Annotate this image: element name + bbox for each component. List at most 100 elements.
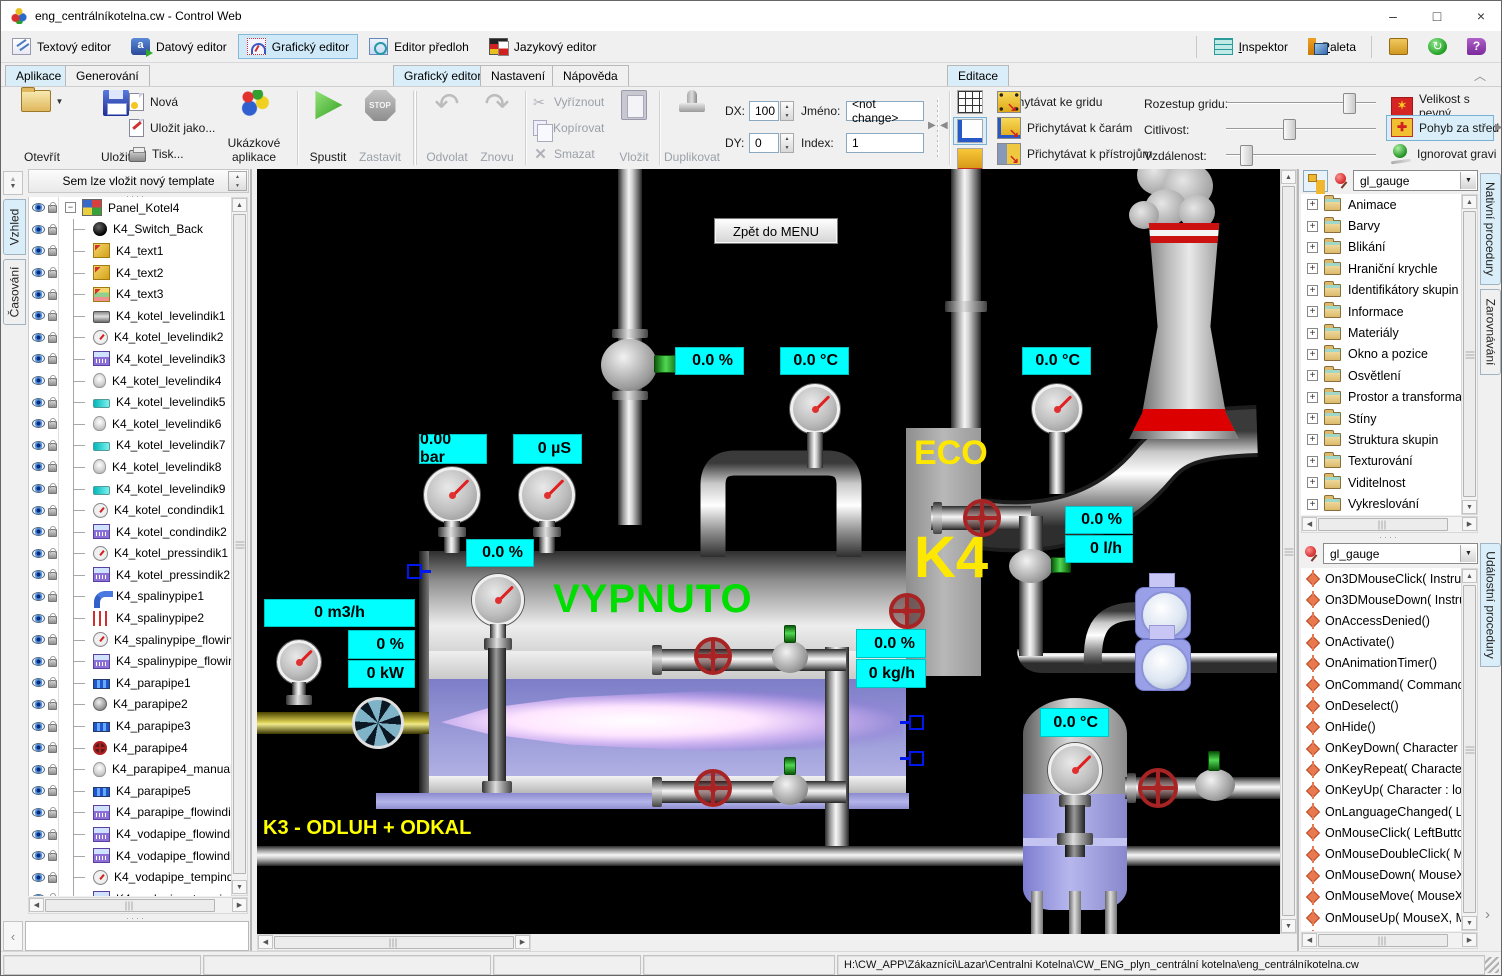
- folders-hscrollbar[interactable]: ◀ ▶: [1301, 516, 1478, 533]
- scroll-thumb[interactable]: [1318, 518, 1448, 531]
- visibility-eye-icon[interactable]: [32, 786, 45, 795]
- tree-item[interactable]: K4_Switch_Back: [29, 219, 231, 241]
- scroll-thumb[interactable]: [1463, 211, 1476, 497]
- selection-handle[interactable]: [407, 564, 422, 579]
- lock-icon[interactable]: [48, 702, 57, 710]
- tree-item[interactable]: K4_kotel_levelindik2: [29, 327, 231, 349]
- lock-icon[interactable]: [48, 248, 57, 256]
- ignore-gravity-button[interactable]: Ignorovat gravi: [1391, 144, 1496, 163]
- slider-thumb[interactable]: [1240, 145, 1253, 166]
- level-gauge[interactable]: [472, 574, 524, 626]
- event-procedure-item[interactable]: OnActivate(): [1301, 632, 1461, 653]
- eco-flow-label[interactable]: 0 l/h: [1065, 535, 1133, 563]
- events-hscrollbar[interactable]: ◀ ▶: [1301, 932, 1478, 949]
- blowdown-pipe-lower[interactable]: [656, 781, 846, 803]
- visibility-eye-icon[interactable]: [32, 333, 45, 342]
- folder-item[interactable]: +Texturování: [1301, 451, 1461, 472]
- distance-slider[interactable]: [1226, 145, 1376, 166]
- paleta-button[interactable]: Paleta: [1299, 34, 1365, 59]
- scroll-left-button[interactable]: ◀: [258, 935, 273, 949]
- dropdown-arrow-icon[interactable]: ▼: [1460, 545, 1476, 562]
- dy-field[interactable]: 0: [749, 133, 779, 153]
- tree-item[interactable]: K4_text2: [29, 262, 231, 284]
- tab-graficky-editor[interactable]: Grafický editor: [393, 65, 492, 86]
- grid-tool-button[interactable]: [957, 90, 983, 114]
- lock-icon[interactable]: [48, 637, 57, 645]
- events-vscrollbar[interactable]: ▲ ▼: [1461, 568, 1478, 931]
- tree-expander[interactable]: +: [1307, 349, 1318, 360]
- tree-item[interactable]: −Panel_Kotel4: [29, 197, 231, 219]
- visibility-eye-icon[interactable]: [32, 549, 45, 558]
- stop-button[interactable]: STOP Zastavit: [353, 90, 407, 166]
- folder-item[interactable]: +Okno a pozice: [1301, 344, 1461, 365]
- tree-item[interactable]: K4_parapipe4: [29, 737, 231, 759]
- design-canvas[interactable]: VYPNUTO: [257, 169, 1297, 934]
- lock-icon[interactable]: [48, 356, 57, 364]
- pressure-label[interactable]: 0.00 bar: [419, 434, 487, 464]
- visibility-eye-icon[interactable]: [32, 225, 45, 234]
- canvas-hscrollbar[interactable]: ◀ ▶: [257, 934, 531, 951]
- visibility-eye-icon[interactable]: [32, 462, 45, 471]
- lock-icon[interactable]: [48, 875, 57, 883]
- tree-expander[interactable]: +: [1307, 306, 1318, 317]
- event-procedure-item[interactable]: On3DMouseDown( Instrum: [1301, 589, 1461, 610]
- visibility-eye-icon[interactable]: [32, 290, 45, 299]
- panel-divider[interactable]: [1297, 169, 1299, 951]
- flue-temp-label[interactable]: 0.0 °C: [1022, 347, 1091, 375]
- folder-item[interactable]: +Hraniční krychle: [1301, 258, 1461, 279]
- folder-item[interactable]: +Struktura skupin: [1301, 429, 1461, 450]
- k3-odluh-label[interactable]: K3 - ODLUH + ODKAL: [263, 817, 471, 840]
- tree-item[interactable]: K4_parapipe1: [29, 672, 231, 694]
- red-valve-wheel[interactable]: [694, 769, 732, 807]
- lock-icon[interactable]: [48, 313, 57, 321]
- lock-icon[interactable]: [48, 810, 57, 818]
- tab-generovani[interactable]: Generování: [65, 65, 150, 86]
- visibility-eye-icon[interactable]: [32, 765, 45, 774]
- sample-apps-button[interactable]: Ukázkovéaplikace: [217, 90, 291, 166]
- event-procedure-item[interactable]: OnMouseClick( LeftButton,: [1301, 822, 1461, 843]
- dx-spinner[interactable]: ▲▼: [780, 101, 794, 121]
- lock-icon[interactable]: [48, 335, 57, 343]
- steam-temp-label[interactable]: 0.0 °C: [780, 347, 849, 375]
- close-button[interactable]: ×: [1459, 1, 1502, 30]
- red-valve-wheel[interactable]: [889, 593, 925, 629]
- scroll-left-button[interactable]: ◀: [1302, 933, 1317, 947]
- expand-group-chevron[interactable]: ▶: [928, 120, 936, 131]
- tree-item[interactable]: K4_spalinypipe_flowindik2: [29, 650, 231, 672]
- folder-item[interactable]: +Vykreslování: [1301, 493, 1461, 514]
- tree-item[interactable]: K4_kotel_condindik2: [29, 521, 231, 543]
- event-instrument-selector[interactable]: gl_gauge▼: [1323, 543, 1478, 564]
- visibility-eye-icon[interactable]: [32, 722, 45, 731]
- template-spinner[interactable]: ▲▼: [228, 171, 247, 191]
- dropdown-arrow-icon[interactable]: ▼: [1460, 172, 1476, 189]
- grid-spacing-slider[interactable]: [1226, 93, 1376, 114]
- print-button[interactable]: Tisk...: [129, 143, 184, 165]
- tab-aplikace[interactable]: Aplikace: [5, 65, 72, 86]
- visibility-eye-icon[interactable]: [32, 657, 45, 666]
- index-field[interactable]: 1: [846, 133, 924, 153]
- folder-item[interactable]: +Osvětlení: [1301, 365, 1461, 386]
- pin-icon[interactable]: [1335, 173, 1346, 184]
- tree-item[interactable]: K4_parapipe5: [29, 780, 231, 802]
- visibility-eye-icon[interactable]: [32, 203, 45, 212]
- lock-icon[interactable]: [48, 853, 57, 861]
- visibility-eye-icon[interactable]: [32, 506, 45, 515]
- pressure-gauge[interactable]: [424, 467, 480, 523]
- visibility-eye-icon[interactable]: [32, 700, 45, 709]
- scroll-thumb[interactable]: [1463, 585, 1476, 913]
- lock-icon[interactable]: [48, 788, 57, 796]
- visibility-eye-icon[interactable]: [32, 851, 45, 860]
- pin-icon[interactable]: [1305, 546, 1316, 557]
- lock-icon[interactable]: [48, 659, 57, 667]
- tree-hscrollbar[interactable]: ◀ ▶: [28, 897, 248, 914]
- save-as-button[interactable]: Uložit jako...: [129, 117, 215, 139]
- scroll-thumb[interactable]: [233, 214, 246, 874]
- tree-item[interactable]: K4_parapipe4_manual: [29, 758, 231, 780]
- tree-expander[interactable]: −: [65, 202, 76, 213]
- slider-thumb[interactable]: [1343, 93, 1356, 114]
- run-button[interactable]: Spustit: [303, 90, 353, 166]
- tree-item[interactable]: K4_vodapipe_tempindik2: [29, 888, 231, 896]
- visibility-eye-icon[interactable]: [32, 743, 45, 752]
- tree-item[interactable]: K4_kotel_levelindik7: [29, 435, 231, 457]
- tree-item[interactable]: K4_kotel_levelindik9: [29, 478, 231, 500]
